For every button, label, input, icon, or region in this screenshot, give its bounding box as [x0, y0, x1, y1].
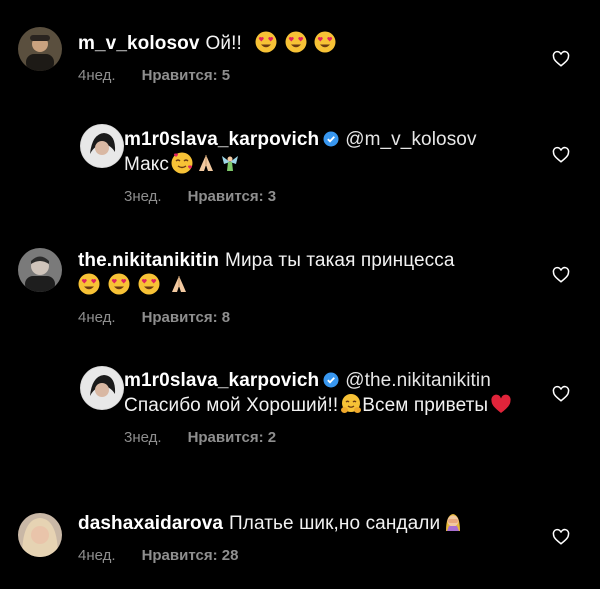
comment-message: Макс [124, 154, 170, 175]
comment-age: 3нед. [124, 188, 162, 205]
like-heart-icon[interactable] [552, 528, 570, 546]
heart-eyes-emoji-icon [285, 31, 307, 53]
comment-message: Ой!! [205, 33, 242, 54]
comments-feed: m_v_kolosov Ой!! 4нед. Нравится: 5 m1r0sla… [0, 0, 600, 589]
comment-message: Мира ты такая принцесса [225, 250, 455, 271]
comment-text: m1r0slava_karpovich @m_v_kolosov Макс [124, 128, 538, 177]
heart-eyes-emoji-icon [78, 273, 100, 295]
verified-badge-icon [323, 372, 339, 388]
like-heart-icon[interactable] [552, 146, 570, 164]
likes-count[interactable]: Нравится: 28 [142, 547, 239, 564]
likes-count[interactable]: Нравится: 5 [142, 67, 231, 84]
comment-meta: 4нед. Нравится: 8 [78, 309, 538, 326]
folded-hands-emoji-icon [172, 276, 186, 292]
comment-text: m_v_kolosov Ой!! [78, 31, 538, 56]
like-heart-icon[interactable] [552, 50, 570, 68]
comment-message-continued: Всем приветы [362, 395, 489, 416]
person-facepalming-emoji-icon [446, 514, 461, 531]
mention-link[interactable]: @m_v_kolosov [345, 129, 476, 150]
heart-eyes-emoji-icon [255, 31, 277, 53]
username[interactable]: m_v_kolosov [78, 33, 200, 54]
comment-meta: 4нед. Нравится: 28 [78, 547, 538, 564]
avatar[interactable] [80, 366, 124, 410]
red-heart-emoji-icon [491, 394, 511, 413]
heart-eyes-emoji-icon [314, 31, 336, 53]
comment-age: 4нед. [78, 67, 116, 84]
fairy-emoji-icon [222, 156, 239, 171]
likes-count[interactable]: Нравится: 2 [188, 429, 277, 446]
comment-age: 4нед. [78, 309, 116, 326]
comment-meta: 4нед. Нравится: 5 [78, 67, 538, 84]
verified-badge-icon [323, 131, 339, 147]
username[interactable]: the.nikitanikitin [78, 250, 219, 271]
comment-text: the.nikitanikitin Мира ты такая принцесса [78, 249, 538, 298]
comment-age: 4нед. [78, 547, 116, 564]
username[interactable]: m1r0slava_karpovich [124, 129, 319, 150]
folded-hands-emoji-icon [199, 155, 214, 171]
username[interactable]: m1r0slava_karpovich [124, 370, 319, 391]
avatar[interactable] [18, 513, 62, 557]
comment-message: Спасибо мой Хороший!! [124, 395, 339, 416]
likes-count[interactable]: Нравится: 8 [142, 309, 231, 326]
likes-count[interactable]: Нравится: 3 [188, 188, 277, 205]
hugging-face-emoji-icon [341, 394, 362, 413]
like-heart-icon[interactable] [552, 385, 570, 403]
avatar[interactable] [18, 27, 62, 71]
avatar[interactable] [80, 124, 124, 168]
smiling-face-with-hearts-emoji-icon [171, 152, 193, 174]
comment-age: 3нед. [124, 429, 162, 446]
like-heart-icon[interactable] [552, 266, 570, 284]
comment-text: m1r0slava_karpovich @the.nikitanikitin Сп… [124, 369, 538, 418]
username[interactable]: dashaxaidarova [78, 513, 223, 534]
mention-link[interactable]: @the.nikitanikitin [345, 370, 491, 391]
comment-message: Платье шик,но сандали [229, 513, 441, 534]
comment-meta: 3нед. Нравится: 3 [124, 188, 538, 205]
avatar[interactable] [18, 248, 62, 292]
comment-text: dashaxaidarova Платье шик,но сандали [78, 511, 538, 536]
heart-eyes-emoji-icon [138, 273, 160, 295]
heart-eyes-emoji-icon [108, 273, 130, 295]
comment-meta: 3нед. Нравится: 2 [124, 429, 538, 446]
